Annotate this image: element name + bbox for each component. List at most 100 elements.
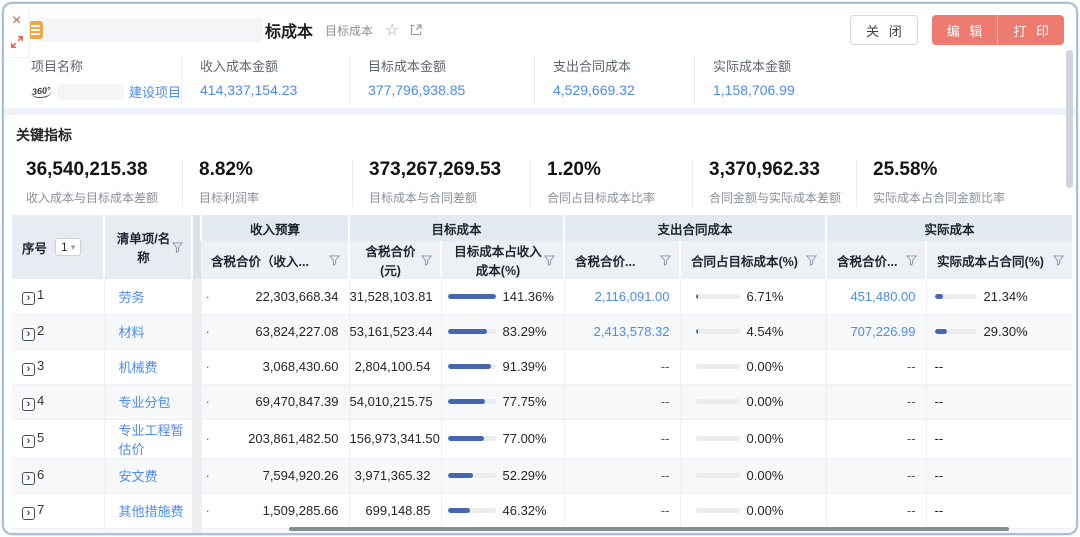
col-actual-pct: 实际成本占合同(%) — [926, 241, 1072, 279]
project-name-link[interactable]: 建设项目 — [129, 82, 181, 101]
contract-pct-bar — [696, 399, 740, 404]
seq-cell: 7 — [12, 493, 104, 528]
favorite-star-icon[interactable]: ☆ — [385, 20, 399, 40]
row-name-link[interactable]: 专业工程暂估价 — [119, 423, 184, 457]
titlebar-buttons: 关 闭 编 辑 打 印 — [850, 15, 1064, 45]
row-name-link[interactable]: 机械费 — [119, 360, 158, 375]
kpi-target-profit-rate: 8.82% 目标利润率 — [182, 159, 352, 206]
collapsed-column[interactable] — [192, 215, 201, 279]
expand-icon[interactable] — [10, 35, 24, 49]
target-pct-cell: 77.75% — [441, 384, 564, 419]
contract-pct-cell: 6.71% — [680, 279, 826, 314]
contract-amount-cell[interactable]: -- — [564, 493, 680, 528]
actual-amount-cell[interactable]: 707,226.99 — [826, 314, 926, 349]
target-pct-bar — [448, 508, 496, 513]
collapsed-cell — [192, 384, 201, 419]
seq-cell: 6 — [12, 458, 104, 493]
contract-amount-cell[interactable]: -- — [564, 419, 680, 458]
actual-amount-cell[interactable]: -- — [826, 349, 926, 384]
collapsed-cell — [192, 458, 201, 493]
filter-icon[interactable] — [906, 255, 917, 266]
target-amount-cell: 53,161,523.44 — [349, 314, 441, 349]
project-summary-row: 项目名称 360° 建设项目 收入成本金额 414,337,154.23 目标成… — [4, 50, 1076, 106]
actual-amount-cell[interactable]: -- — [826, 419, 926, 458]
actual-amount-cell[interactable]: 451,480.00 — [826, 279, 926, 314]
expand-row-icon[interactable] — [22, 472, 35, 485]
col-target-pct: 目标成本占收入成本(%) — [441, 241, 564, 279]
row-name-link[interactable]: 专业分包 — [119, 395, 171, 410]
kpi-value: 1.20% — [547, 159, 692, 181]
row-name-link[interactable]: 劳务 — [119, 290, 145, 305]
contract-pct-bar — [696, 364, 740, 369]
filter-icon[interactable] — [660, 255, 671, 266]
seq-level-dropdown[interactable]: 1 — [55, 238, 81, 256]
contract-amount-cell[interactable]: 2,116,091.00 — [564, 279, 680, 314]
filter-icon[interactable] — [329, 255, 340, 266]
name-cell: 安文费 — [104, 458, 192, 493]
filter-icon[interactable] — [421, 255, 432, 266]
actual-pct-bar — [935, 329, 977, 334]
close-icon[interactable]: × — [12, 14, 21, 28]
key-indicators-section: 关键指标 36,540,215.38 收入成本与目标成本差额 8.82% 目标利… — [4, 115, 1076, 206]
group-target-cost: 目标成本 — [349, 215, 564, 241]
group-actual-cost: 实际成本 — [826, 215, 1072, 241]
project-name-label: 项目名称 — [31, 56, 181, 75]
actual-pct-cell: -- — [926, 349, 1072, 384]
income-amount-cell: 22,303,668.34 — [201, 279, 349, 314]
filter-icon[interactable] — [172, 242, 183, 253]
actual-amount-cell[interactable]: -- — [826, 458, 926, 493]
expand-row-icon[interactable] — [22, 435, 35, 448]
kpi-actual-contract-ratio: 25.58% 实际成本占合同金额比率 — [856, 159, 1005, 206]
horizontal-scrollbar[interactable] — [289, 527, 1009, 531]
collapsed-cell — [192, 314, 201, 349]
kpi-contract-target-ratio: 1.20% 合同占目标成本比率 — [530, 159, 692, 206]
edit-button[interactable]: 编 辑 — [932, 15, 999, 45]
filter-icon[interactable] — [544, 255, 555, 266]
target-amount-cell: 2,804,100.54 — [349, 349, 441, 384]
contract-amount-cell[interactable]: -- — [564, 349, 680, 384]
collapsed-cell — [192, 279, 201, 314]
print-button[interactable]: 打 印 — [998, 15, 1064, 45]
metric-income-cost: 收入成本金额 414,337,154.23 — [181, 56, 349, 104]
seq-cell: 3 — [12, 349, 104, 384]
seq-cell: 2 — [12, 314, 104, 349]
contract-pct-bar — [696, 294, 740, 299]
row-name-link[interactable]: 材料 — [119, 325, 145, 340]
row-name-link[interactable]: 安文费 — [119, 469, 158, 484]
key-indicators-title: 关键指标 — [16, 125, 1076, 145]
expand-row-icon[interactable] — [22, 363, 35, 376]
actual-amount-cell[interactable]: -- — [826, 384, 926, 419]
metric-actual-cost: 实际成本金额 1,158,706.99 — [694, 56, 795, 104]
name-cell: 间接费 — [104, 528, 192, 535]
open-external-icon[interactable] — [409, 23, 423, 37]
filter-icon[interactable] — [806, 255, 817, 266]
page-title: 标成本 — [265, 18, 313, 42]
target-pct-cell: 91.39% — [441, 349, 564, 384]
contract-amount-cell[interactable]: 2,413,578.32 — [564, 314, 680, 349]
filter-icon[interactable] — [1053, 255, 1064, 266]
contract-pct-cell: 4.54% — [680, 314, 826, 349]
name-column-header: 清单项/名称 — [104, 215, 192, 279]
actual-amount-cell[interactable]: -- — [826, 493, 926, 528]
target-pct-cell: 52.29% — [441, 458, 564, 493]
expand-row-icon[interactable] — [22, 328, 35, 341]
target-pct-bar — [448, 399, 496, 404]
contract-amount-cell[interactable]: -- — [564, 458, 680, 493]
contract-pct-cell: 0.00% — [680, 384, 826, 419]
actual-pct-cell: -- — [926, 493, 1072, 528]
close-button[interactable]: 关 闭 — [850, 15, 918, 45]
kpi-value: 3,370,962.33 — [709, 159, 856, 181]
expand-row-icon[interactable] — [22, 507, 35, 520]
expand-row-icon[interactable] — [22, 398, 35, 411]
seq-cell: 4 — [12, 384, 104, 419]
metric-label: 实际成本金额 — [713, 56, 795, 75]
table-row: 6 安文费 7,594,920.26 3,971,365.32 52.29% -… — [12, 458, 1072, 493]
metric-value: 4,529,669.32 — [553, 82, 694, 98]
expand-row-icon[interactable] — [22, 292, 35, 305]
vertical-scrollbar[interactable] — [1066, 50, 1073, 188]
name-cell: 其他措施费 — [104, 493, 192, 528]
contract-amount-cell[interactable]: -- — [564, 384, 680, 419]
section-divider — [4, 108, 1076, 115]
row-name-link[interactable]: 其他措施费 — [119, 504, 184, 519]
contract-pct-bar — [696, 436, 740, 441]
